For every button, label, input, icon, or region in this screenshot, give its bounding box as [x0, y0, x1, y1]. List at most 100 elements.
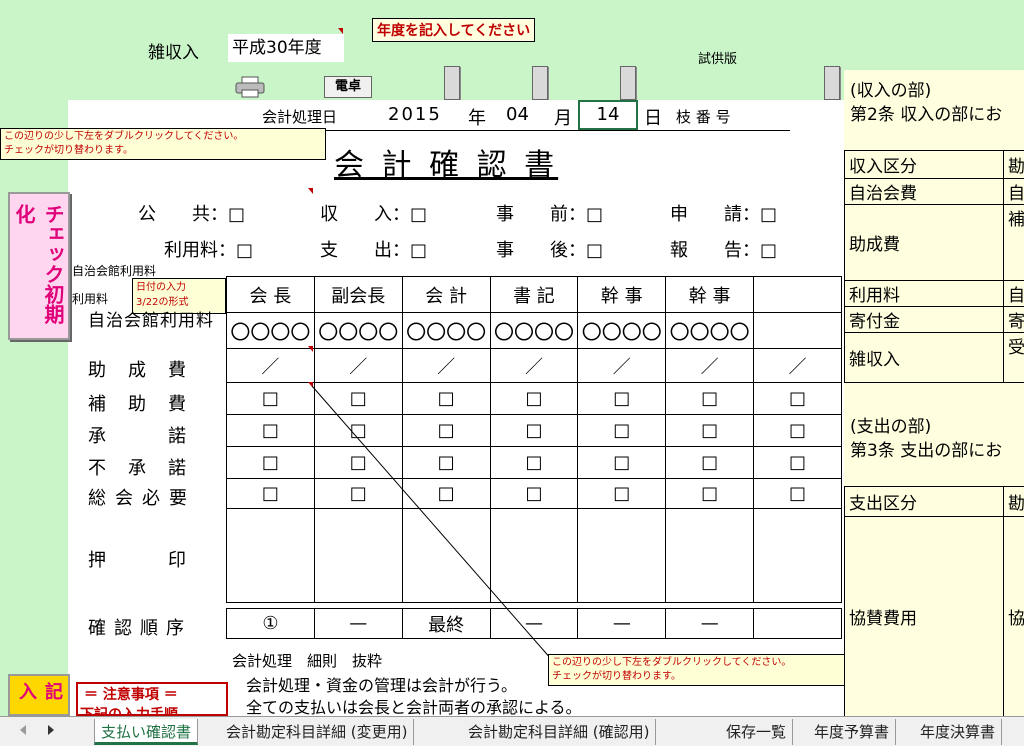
income-table-cell: 自	[1003, 280, 1024, 307]
income-table-cell: 補	[1003, 204, 1024, 281]
row-label-assembly: 総会必要	[88, 488, 196, 509]
date-hint-note: 日付の入力 3/22の形式	[132, 278, 226, 314]
sheet-tab-settlement[interactable]: 年度決算書	[914, 719, 1003, 745]
branch-number-label: 枝 番 号	[676, 108, 731, 126]
approve-checkbox[interactable]: □	[665, 414, 755, 447]
hall-fee-cell[interactable]: 〇〇〇〇	[401, 312, 491, 349]
income-category-table: 収入区分勘 自治会費自 助成費補 利用料自 寄付金寄 雑収入受	[844, 150, 1024, 383]
hall-fee-cell[interactable]: 〇〇〇〇	[313, 312, 403, 349]
hall-fee-cell[interactable]	[753, 312, 842, 349]
hall-fee-cell[interactable]: 〇〇〇〇	[226, 312, 315, 349]
seal-cell[interactable]	[665, 508, 755, 603]
assembly-checkbox[interactable]: □	[665, 478, 755, 509]
income-table-cell: 寄付金	[844, 306, 1004, 333]
column-header: 幹 事	[665, 276, 755, 313]
income-table-cell: 受	[1003, 332, 1024, 383]
year-cell[interactable]: 平成30年度	[228, 34, 344, 62]
subsidy-cell[interactable]: ／	[489, 348, 579, 383]
column-header: 会 計	[401, 276, 491, 313]
note-pointer-icon	[308, 346, 313, 352]
column-header: 副会長	[313, 276, 403, 313]
date-day-unit: 日	[644, 108, 662, 129]
note-pointer-icon	[338, 28, 343, 34]
aid-checkbox[interactable]: □	[577, 382, 667, 415]
seal-cell[interactable]	[226, 508, 315, 603]
subsidy-cell[interactable]: ／	[665, 348, 755, 383]
sheet-tab-archive[interactable]: 保存一覧	[720, 719, 794, 745]
toggle-button[interactable]	[824, 66, 840, 100]
hall-fee-cell[interactable]: 〇〇〇〇	[489, 312, 579, 349]
income-table-cell: 助成費	[844, 204, 1004, 281]
check-fee[interactable]: 利用料：□	[164, 236, 253, 262]
notice-box: ＝ 注意事項 ＝ 下記の入力手順	[76, 682, 228, 716]
sheet-tab-account-view[interactable]: 会計勘定科目詳細 (確認用)	[462, 719, 657, 745]
scroll-left-icon[interactable]	[20, 725, 26, 735]
income-table-cell: 勘	[1003, 150, 1024, 179]
hall-fee-cell[interactable]: 〇〇〇〇	[665, 312, 755, 349]
subsidy-cell[interactable]: ／	[226, 348, 315, 383]
row-label-approve: 承 諾	[88, 426, 188, 447]
year-note: 年度を記入してください	[372, 18, 536, 42]
scroll-right-icon[interactable]	[48, 725, 54, 735]
double-click-note-bottom: この辺りの少し下左をダブルクリックしてください。 チェックが切り替わります。	[548, 654, 882, 686]
check-apply[interactable]: 申 請：□	[670, 200, 777, 226]
check-expense[interactable]: 支 出：□	[320, 236, 427, 262]
date-month[interactable]: 04	[506, 104, 529, 125]
subsidy-cell[interactable]: ／	[401, 348, 491, 383]
seal-cell[interactable]	[753, 508, 842, 603]
expense-table-cell: 勘	[1003, 486, 1024, 517]
calculator-button[interactable]: 電卓	[324, 76, 372, 98]
rules-line-1: 会計処理・資金の管理は会計が行う。	[246, 676, 518, 695]
printer-icon[interactable]	[234, 76, 266, 98]
seal-cell[interactable]	[577, 508, 667, 603]
rules-title: 会計処理 細則 抜粋	[232, 652, 383, 670]
approve-checkbox[interactable]: □	[577, 414, 667, 447]
check-reset-button[interactable]: チェック初期化	[8, 192, 70, 340]
subsidy-cell[interactable]: ／	[313, 348, 403, 383]
check-report[interactable]: 報 告：□	[670, 236, 777, 262]
row-label-disapprove: 不 承 諾	[88, 458, 188, 479]
aid-checkbox[interactable]: □	[753, 382, 842, 415]
toggle-button[interactable]	[444, 66, 460, 100]
subsidy-cell[interactable]: ／	[577, 348, 667, 383]
check-income[interactable]: 収 入：□	[320, 200, 427, 226]
row-label-seal: 押 印	[88, 550, 188, 571]
disapprove-checkbox[interactable]: □	[753, 446, 842, 479]
aid-checkbox[interactable]: □	[226, 382, 315, 415]
aid-checkbox[interactable]: □	[665, 382, 755, 415]
toggle-button[interactable]	[620, 66, 636, 100]
toggle-button[interactable]	[532, 66, 548, 100]
order-cell: —	[665, 608, 755, 639]
sheet-tab-budget[interactable]: 年度予算書	[808, 719, 897, 745]
check-after[interactable]: 事 後：□	[496, 236, 603, 262]
assembly-checkbox[interactable]: □	[226, 478, 315, 509]
trial-version-label: 試供版	[698, 52, 738, 67]
column-header: 書 記	[489, 276, 579, 313]
disapprove-checkbox[interactable]: □	[226, 446, 315, 479]
sheet-tab-account-edit[interactable]: 会計勘定科目詳細 (変更用)	[220, 719, 415, 745]
approve-checkbox[interactable]: □	[753, 414, 842, 447]
income-table-cell: 雑収入	[844, 332, 1004, 383]
row-label-aid: 補 助 費	[88, 394, 188, 415]
column-header: 幹 事	[577, 276, 667, 313]
disapprove-checkbox[interactable]: □	[577, 446, 667, 479]
date-month-unit: 月	[554, 108, 572, 129]
assembly-checkbox[interactable]: □	[753, 478, 842, 509]
hall-fee-label: 自治会館利用料	[72, 264, 157, 278]
fee-label: 利用料	[72, 292, 109, 306]
check-before[interactable]: 事 前：□	[496, 200, 603, 226]
row-label-order: 確認順序	[88, 618, 192, 639]
check-public[interactable]: 公 共：□	[138, 200, 245, 226]
income-table-cell: 自治会費	[844, 178, 1004, 205]
approve-checkbox[interactable]: □	[226, 414, 315, 447]
sheet-tab-payment[interactable]: 支払い確認書	[94, 719, 199, 745]
income-article: 第2条 収入の部にお	[850, 105, 1003, 125]
subsidy-cell[interactable]: ／	[753, 348, 842, 383]
entry-button[interactable]: 記入	[8, 674, 70, 716]
expense-table-cell: 支出区分	[844, 486, 1004, 517]
hall-fee-cell[interactable]: 〇〇〇〇	[577, 312, 667, 349]
date-day[interactable]: 14	[578, 100, 638, 130]
disapprove-checkbox[interactable]: □	[665, 446, 755, 479]
assembly-checkbox[interactable]: □	[577, 478, 667, 509]
date-year[interactable]: 2015	[388, 104, 442, 125]
